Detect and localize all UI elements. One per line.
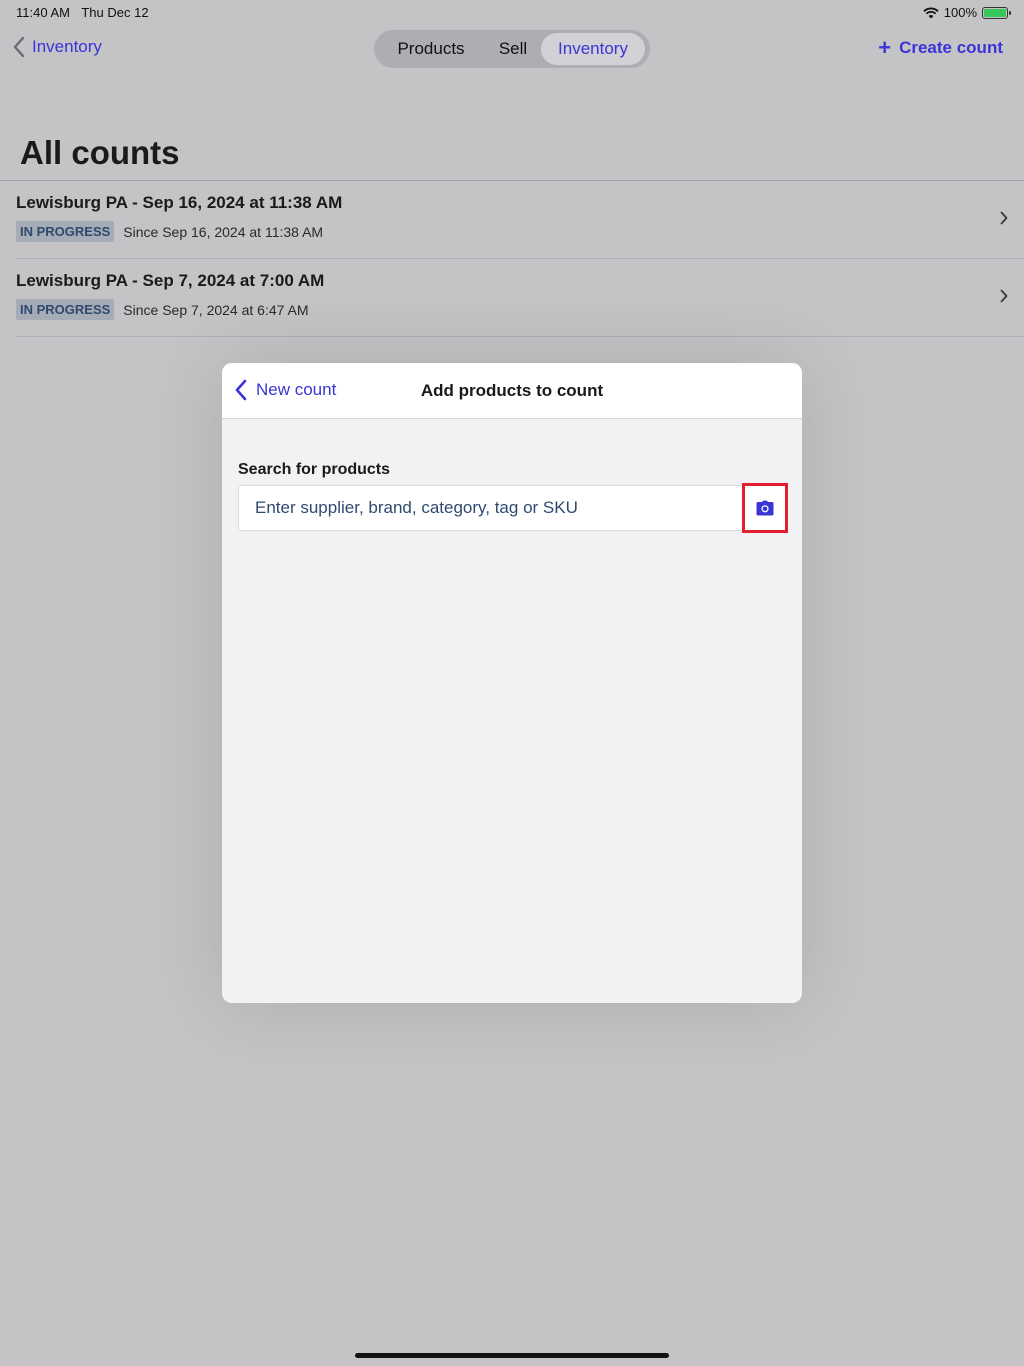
scan-barcode-button[interactable]: [742, 483, 788, 533]
segment-products[interactable]: Products: [377, 33, 485, 65]
create-count-label: Create count: [899, 38, 1003, 57]
battery-percent: 100%: [943, 5, 977, 20]
count-list-item[interactable]: Lewisburg PA - Sep 16, 2024 at 11:38 AM …: [16, 181, 1024, 259]
chevron-right-icon: [1000, 289, 1008, 303]
page-title: All counts: [20, 134, 180, 171]
modal-header: New count Add products to count: [222, 363, 802, 419]
count-meta: IN PROGRESS Since Sep 16, 2024 at 11:38 …: [16, 221, 323, 242]
plus-icon: +: [878, 35, 892, 60]
chevron-left-icon: [13, 36, 25, 58]
product-search-input[interactable]: [239, 486, 743, 530]
create-count-button[interactable]: + Create count: [878, 35, 1003, 60]
count-title: Lewisburg PA - Sep 7, 2024 at 7:00 AM: [16, 271, 325, 290]
search-box: [238, 483, 788, 533]
status-badge: IN PROGRESS: [16, 221, 115, 242]
search-label: Search for products: [238, 461, 391, 478]
wifi-icon: [923, 7, 939, 18]
segment-inventory[interactable]: Inventory: [541, 33, 645, 65]
status-date: Thu Dec 12: [81, 5, 149, 20]
count-since: Since Sep 16, 2024 at 11:38 AM: [123, 223, 324, 240]
chevron-right-icon: [1000, 211, 1008, 225]
count-meta: IN PROGRESS Since Sep 7, 2024 at 6:47 AM: [16, 299, 309, 320]
count-list-item[interactable]: Lewisburg PA - Sep 7, 2024 at 7:00 AM IN…: [16, 259, 1024, 337]
status-badge: IN PROGRESS: [16, 299, 115, 320]
status-right: 100%: [923, 5, 1011, 20]
add-products-modal: New count Add products to count Search f…: [222, 363, 802, 1003]
home-indicator: [355, 1353, 669, 1358]
battery-charging-icon: [982, 6, 1011, 19]
count-title: Lewisburg PA - Sep 16, 2024 at 11:38 AM: [16, 193, 343, 212]
back-label: Inventory: [32, 37, 102, 56]
modal-title: Add products to count: [420, 381, 604, 400]
status-left: 11:40 AM Thu Dec 12: [16, 5, 157, 20]
back-to-inventory-button[interactable]: Inventory: [12, 36, 102, 58]
count-since: Since Sep 7, 2024 at 6:47 AM: [123, 301, 309, 318]
status-bar: 11:40 AM Thu Dec 12 100%: [0, 0, 1024, 24]
camera-icon: [756, 500, 774, 516]
segment-sell[interactable]: Sell: [485, 33, 541, 65]
status-time: 11:40 AM: [16, 5, 70, 20]
section-segmented-control: Products Sell Inventory: [374, 30, 650, 68]
